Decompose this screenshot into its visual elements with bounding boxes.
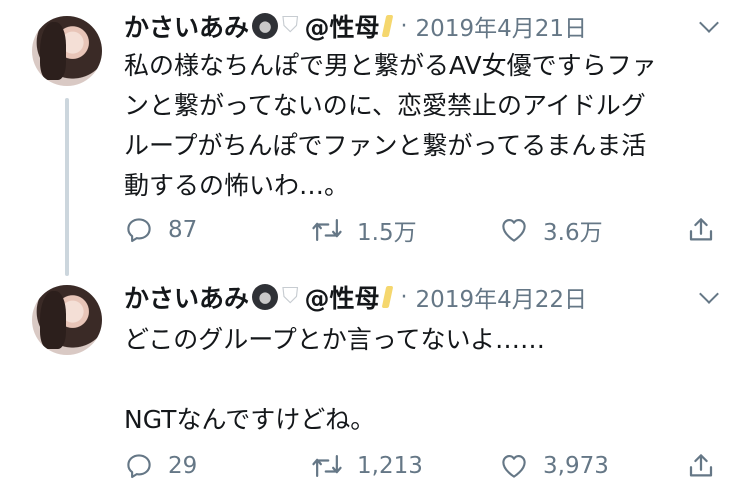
tweet-text-line: どこのグループとか言ってないよ…… bbox=[124, 325, 546, 354]
reply-count: 87 bbox=[168, 217, 198, 243]
tweet[interactable]: かさいあみ ● ⛉ @性母 · 2019年4月21日 私の様なちんぽで男と繋がる… bbox=[0, 0, 750, 276]
tag-emoji-icon bbox=[381, 15, 393, 37]
tweet-actions: 87 1.5万 3.6万 bbox=[124, 210, 724, 250]
tweet-text: どこのグループとか言ってないよ…… NGTなんですけどね。 bbox=[124, 320, 724, 440]
retweet-count: 1.5万 bbox=[357, 220, 417, 246]
gorilla-emoji-icon: ● bbox=[252, 284, 279, 310]
tweet-date[interactable]: 2019年4月21日 bbox=[416, 9, 587, 43]
like-icon bbox=[502, 454, 526, 478]
retweet-button[interactable]: 1.5万 bbox=[311, 210, 417, 250]
tweet-header: かさいあみ ● ⛉ @性母 · 2019年4月21日 bbox=[124, 9, 587, 43]
tweet-header: かさいあみ ● ⛉ @性母 · 2019年4月22日 bbox=[124, 280, 587, 314]
retweet-icon bbox=[312, 219, 342, 241]
share-button[interactable] bbox=[686, 446, 716, 486]
like-count: 3,973 bbox=[543, 453, 609, 479]
chevron-down-icon[interactable] bbox=[699, 13, 719, 33]
tweet-text-line: 動するの怖いわ…。 bbox=[124, 171, 350, 200]
avatar[interactable] bbox=[32, 16, 102, 86]
toilet-emoji-icon: ⛉ bbox=[282, 13, 299, 38]
tweet-date[interactable]: 2019年4月22日 bbox=[416, 280, 587, 314]
like-button[interactable]: 3.6万 bbox=[499, 210, 603, 250]
tweet-text-line: NGTなんですけどね。 bbox=[124, 405, 376, 434]
display-name[interactable]: かさいあみ bbox=[124, 8, 249, 44]
like-icon bbox=[502, 218, 526, 242]
user-handle[interactable]: @性母 bbox=[305, 8, 380, 44]
toilet-emoji-icon: ⛉ bbox=[282, 284, 299, 309]
display-name[interactable]: かさいあみ bbox=[124, 279, 249, 315]
reply-icon bbox=[127, 218, 151, 243]
reply-button[interactable]: 87 bbox=[124, 210, 197, 250]
tag-emoji-icon bbox=[381, 286, 393, 308]
reply-count: 29 bbox=[168, 453, 198, 479]
share-icon bbox=[689, 218, 713, 241]
tweet-actions: 29 1,213 3,973 bbox=[124, 446, 724, 486]
tweet[interactable]: かさいあみ ● ⛉ @性母 · 2019年4月22日 どこのグループとか言ってな… bbox=[0, 276, 750, 503]
gorilla-emoji-icon: ● bbox=[252, 13, 279, 39]
tweet-thread: かさいあみ ● ⛉ @性母 · 2019年4月21日 私の様なちんぽで男と繋がる… bbox=[0, 0, 750, 503]
tweet-text: 私の様なちんぽで男と繋がるAV女優ですらファ ンと繋がってないのに、恋愛禁止のア… bbox=[124, 46, 724, 206]
share-button[interactable] bbox=[686, 210, 716, 250]
retweet-button[interactable]: 1,213 bbox=[311, 446, 423, 486]
tweet-text-line: ンと繋がってないのに、恋愛禁止のアイドルグ bbox=[124, 91, 646, 120]
share-icon bbox=[689, 454, 713, 477]
like-button[interactable]: 3,973 bbox=[499, 446, 609, 486]
tweet-text-blank-line bbox=[124, 360, 724, 400]
separator-dot: · bbox=[400, 284, 408, 310]
chevron-down-icon[interactable] bbox=[699, 284, 719, 304]
tweet-text-line: 私の様なちんぽで男と繋がるAV女優ですらファ bbox=[124, 51, 657, 80]
like-count: 3.6万 bbox=[543, 220, 603, 246]
retweet-icon bbox=[312, 455, 342, 477]
avatar[interactable] bbox=[32, 285, 102, 355]
reply-icon bbox=[127, 454, 151, 479]
user-handle[interactable]: @性母 bbox=[305, 279, 380, 315]
tweet-text-line: ループがちんぽでファンと繋がってるまんま活 bbox=[124, 131, 647, 160]
retweet-count: 1,213 bbox=[357, 453, 423, 479]
reply-button[interactable]: 29 bbox=[124, 446, 197, 486]
separator-dot: · bbox=[400, 13, 408, 39]
